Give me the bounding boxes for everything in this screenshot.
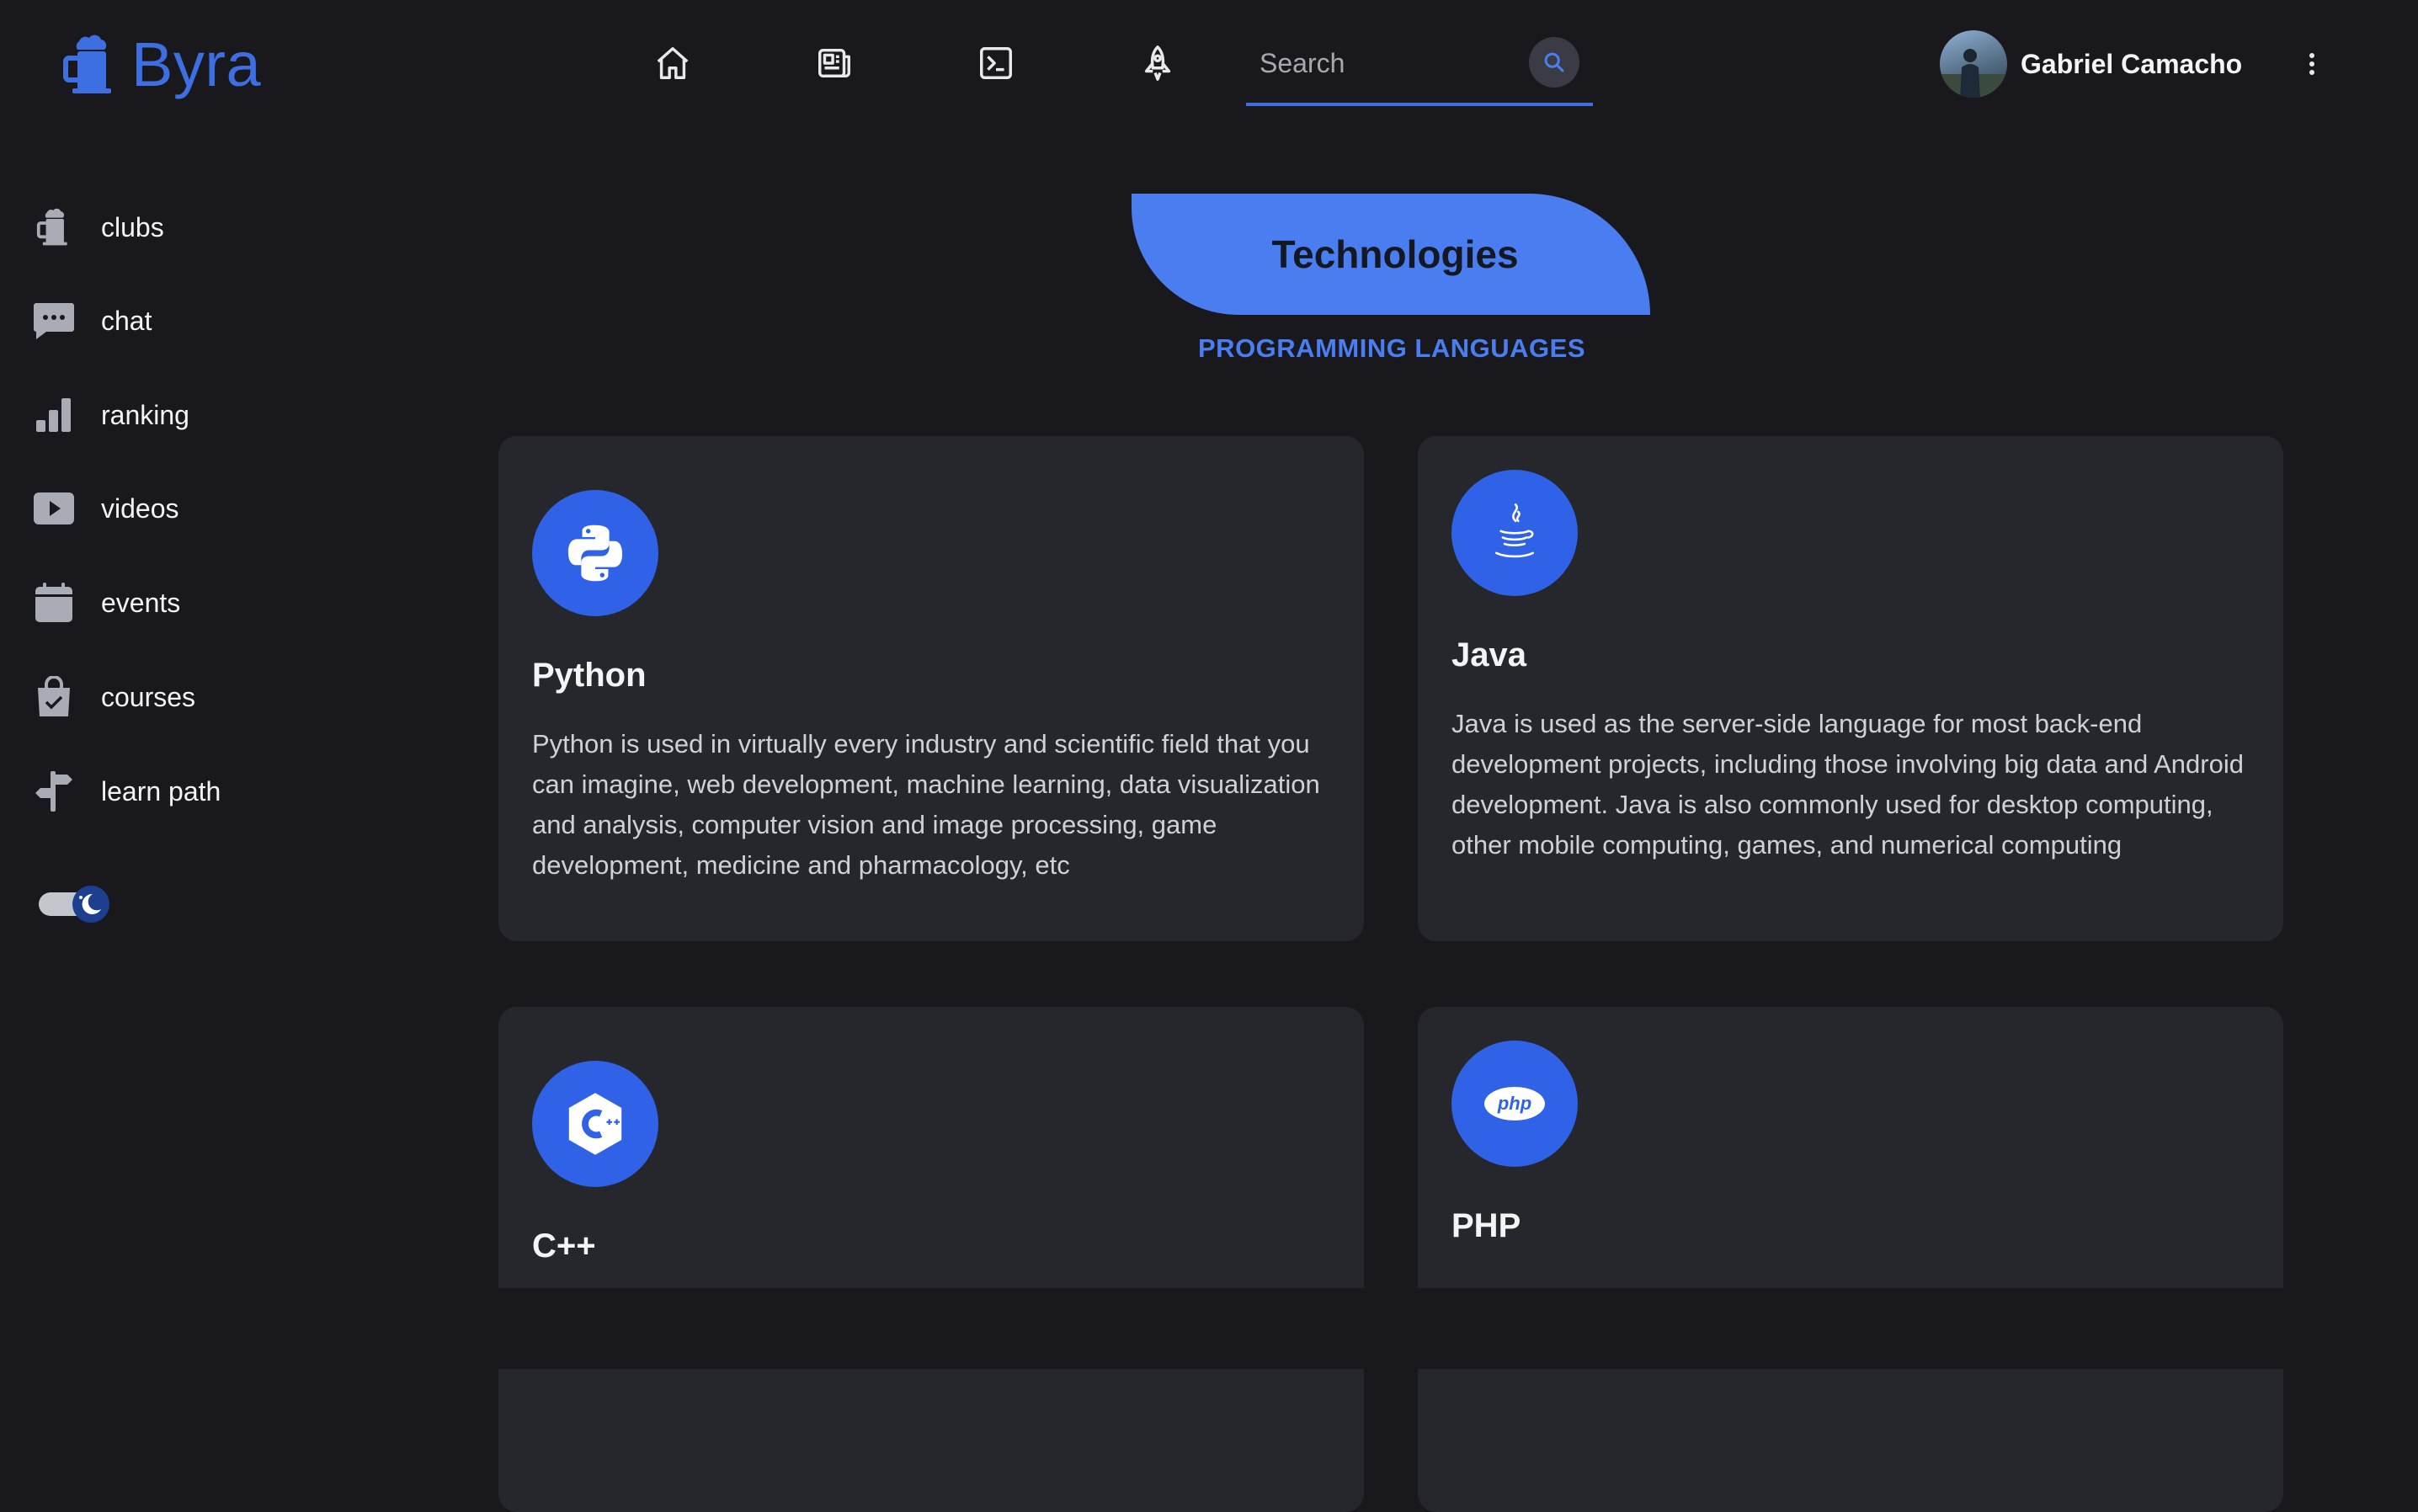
signpost-icon: [32, 769, 76, 813]
play-icon: [32, 487, 76, 530]
page-bottom-edge: [0, 1288, 2418, 1369]
sidebar-item-learn-path[interactable]: learn path: [32, 766, 221, 817]
avatar[interactable]: [1940, 30, 2007, 98]
section-subtitle: PROGRAMMING LANGUAGES: [1198, 333, 1585, 363]
sidebar-item-events[interactable]: events: [32, 578, 180, 628]
mug-icon: [32, 205, 76, 249]
sidebar-item-courses[interactable]: courses: [32, 672, 195, 722]
calendar-icon: [32, 581, 76, 625]
sidebar-item-clubs[interactable]: clubs: [32, 202, 164, 253]
section-banner: Technologies: [1132, 194, 1650, 315]
technology-name: C++: [532, 1227, 596, 1264]
sidebar-item-label: events: [101, 587, 181, 618]
more-options-icon[interactable]: [2297, 47, 2327, 81]
sidebar-item-label: chat: [101, 305, 152, 336]
search-icon: [1544, 52, 1564, 72]
mug-icon: [63, 35, 111, 93]
sidebar-item-label: learn path: [101, 775, 221, 807]
sidebar-item-label: courses: [101, 681, 196, 712]
svg-text:php: php: [1497, 1093, 1531, 1114]
search-button[interactable]: [1529, 37, 1579, 88]
terminal-icon[interactable]: [975, 42, 1017, 84]
search-input[interactable]: [1258, 44, 1514, 83]
bar-chart-icon: [32, 393, 76, 437]
news-icon[interactable]: [813, 42, 855, 84]
home-icon[interactable]: [652, 42, 694, 84]
technology-card-python[interactable]: Python Python is used in virtually every…: [498, 436, 1364, 941]
user-name[interactable]: Gabriel Camacho: [2021, 49, 2242, 80]
java-icon: [1451, 470, 1578, 596]
sidebar-item-videos[interactable]: videos: [32, 483, 179, 534]
technology-card-cplusplus[interactable]: C++: [498, 1007, 1364, 1512]
theme-toggle[interactable]: [37, 884, 113, 924]
technology-name: Python: [532, 657, 647, 694]
technology-name: Java: [1451, 636, 1526, 673]
technology-description: Java is used as the server-side language…: [1451, 709, 2244, 860]
sidebar-item-ranking[interactable]: ranking: [32, 390, 189, 440]
app-name: Byra: [131, 29, 262, 99]
technology-name: PHP: [1451, 1207, 1521, 1244]
python-icon: [532, 490, 658, 616]
page-title: Technologies: [1271, 232, 1519, 276]
technology-card-php[interactable]: php PHP: [1418, 1007, 2283, 1512]
sidebar-item-label: ranking: [101, 399, 189, 430]
search-bar: [1246, 32, 1593, 106]
rocket-icon[interactable]: [1137, 42, 1179, 84]
sidebar-item-label: videos: [101, 492, 179, 524]
php-icon: php: [1451, 1041, 1578, 1167]
shopping-bag-check-icon: [32, 675, 76, 719]
app-logo[interactable]: Byra: [61, 29, 261, 100]
sidebar-item-label: clubs: [101, 211, 164, 242]
cplusplus-icon: [532, 1061, 658, 1187]
technology-card-java[interactable]: Java Java is used as the server-side lan…: [1418, 436, 2283, 941]
technology-description: Python is used in virtually every indust…: [532, 729, 1320, 880]
